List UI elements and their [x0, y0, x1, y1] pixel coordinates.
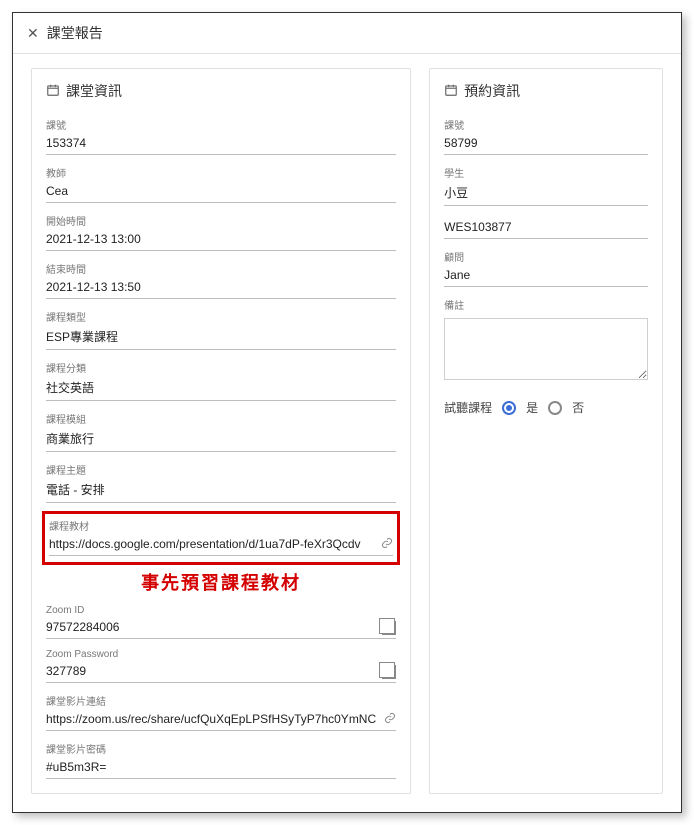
opt-no: 否 — [572, 399, 584, 416]
booking-info-panel: 預約資訊 課號 58799 學生 小豆 WES103877 顧問 Jane 備註 — [429, 68, 663, 794]
field-module: 課程模組 商業旅行 — [46, 411, 396, 452]
copy-icon[interactable] — [382, 665, 396, 679]
label: 開始時間 — [46, 213, 396, 230]
value[interactable]: Cea — [46, 182, 396, 203]
label: 課程教材 — [49, 518, 393, 535]
copy-icon[interactable] — [382, 621, 396, 635]
label: 課號 — [46, 117, 396, 134]
trial-radio-row: 試聽課程 是 否 — [444, 399, 648, 416]
dialog-window: ✕ 課堂報告 課堂資訊 課號 153374 教師 Cea 開始時間 2021-1… — [12, 12, 682, 813]
field-zoom-pw: Zoom Password 327789 — [46, 649, 396, 683]
field-advisor: 顧問 Jane — [444, 249, 648, 287]
class-info-title: 課堂資訊 — [46, 79, 396, 107]
link-icon[interactable] — [384, 712, 396, 727]
radio-no[interactable] — [548, 401, 562, 415]
label: 課程分類 — [46, 360, 396, 377]
notes-textarea[interactable] — [444, 318, 648, 380]
trial-label: 試聽課程 — [444, 399, 492, 416]
panel-title-text: 預約資訊 — [464, 81, 520, 101]
field-start-time: 開始時間 2021-12-13 13:00 — [46, 213, 396, 251]
value[interactable]: 2021-12-13 13:00 — [46, 230, 396, 251]
field-topic: 課程主題 電話 - 安排 — [46, 462, 396, 503]
value[interactable]: 社交英語 — [46, 377, 396, 401]
value[interactable]: #uB5m3R= — [46, 758, 396, 779]
field-teacher: 教師 Cea — [46, 165, 396, 203]
class-info-panel: 課堂資訊 課號 153374 教師 Cea 開始時間 2021-12-13 13… — [31, 68, 411, 794]
label: 課堂影片密碼 — [46, 741, 396, 758]
value[interactable]: 153374 — [46, 134, 396, 155]
booking-info-title: 預約資訊 — [444, 79, 648, 107]
value[interactable]: 電話 - 安排 — [46, 479, 396, 503]
label: 結束時間 — [46, 261, 396, 278]
value[interactable]: https://docs.google.com/presentation/d/1… — [49, 535, 393, 556]
label: 備註 — [444, 297, 648, 314]
label: 課程主題 — [46, 462, 396, 479]
annotation-text: 事先預習課程教材 — [46, 569, 396, 595]
field-zoom-id: Zoom ID 97572284006 — [46, 605, 396, 639]
value[interactable]: 58799 — [444, 134, 648, 155]
field-code: WES103877 — [444, 216, 648, 239]
close-icon[interactable]: ✕ — [27, 25, 39, 42]
field-material: 課程教材 https://docs.google.com/presentatio… — [49, 518, 393, 556]
field-end-time: 結束時間 2021-12-13 13:50 — [46, 261, 396, 299]
field-recording: 課堂影片連結 https://zoom.us/rec/share/ucfQuXq… — [46, 693, 396, 731]
dialog-body: 課堂資訊 課號 153374 教師 Cea 開始時間 2021-12-13 13… — [13, 54, 681, 812]
link-icon[interactable] — [381, 537, 393, 552]
value[interactable]: 97572284006 — [46, 618, 396, 639]
label: 學生 — [444, 165, 648, 182]
field-notes: 備註 — [444, 297, 648, 385]
radio-yes[interactable] — [502, 401, 516, 415]
label: 課號 — [444, 117, 648, 134]
value[interactable]: 小豆 — [444, 182, 648, 206]
label: 顧問 — [444, 249, 648, 266]
field-class-no: 課號 153374 — [46, 117, 396, 155]
label: 課堂影片連結 — [46, 693, 396, 710]
value[interactable]: Jane — [444, 266, 648, 287]
value[interactable]: 2021-12-13 13:50 — [46, 278, 396, 299]
material-highlight: 課程教材 https://docs.google.com/presentatio… — [42, 511, 400, 565]
calendar-icon — [46, 83, 60, 100]
opt-yes: 是 — [526, 399, 538, 416]
field-book-no: 課號 58799 — [444, 117, 648, 155]
field-category: 課程分類 社交英語 — [46, 360, 396, 401]
label: 課程類型 — [46, 309, 396, 326]
value[interactable]: ESP專業課程 — [46, 326, 396, 350]
field-student: 學生 小豆 — [444, 165, 648, 206]
value[interactable]: 327789 — [46, 662, 396, 683]
label: Zoom Password — [46, 649, 396, 662]
value[interactable]: WES103877 — [444, 218, 648, 239]
value[interactable]: 商業旅行 — [46, 428, 396, 452]
label: Zoom ID — [46, 605, 396, 618]
field-recording-pw: 課堂影片密碼 #uB5m3R= — [46, 741, 396, 779]
value[interactable]: https://zoom.us/rec/share/ucfQuXqEpLPSfH… — [46, 710, 396, 731]
dialog-title: 課堂報告 — [47, 23, 103, 43]
calendar-icon — [444, 83, 458, 100]
label: 教師 — [46, 165, 396, 182]
label: 課程模組 — [46, 411, 396, 428]
dialog-header: ✕ 課堂報告 — [13, 13, 681, 54]
field-type: 課程類型 ESP專業課程 — [46, 309, 396, 350]
panel-title-text: 課堂資訊 — [66, 81, 122, 101]
